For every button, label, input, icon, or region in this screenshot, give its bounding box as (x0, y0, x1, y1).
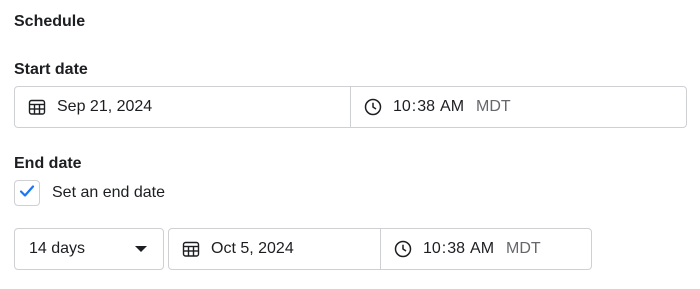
calendar-icon (28, 98, 46, 116)
duration-select[interactable]: 14 days (14, 228, 164, 270)
time-separator: : (441, 240, 447, 257)
section-title: Schedule (14, 13, 86, 30)
end-datetime-field: Oct 5, 2024 10 : 38 AM MDT (168, 228, 592, 270)
end-time-minute[interactable]: 38 (447, 240, 465, 258)
end-timezone: MDT (506, 240, 541, 257)
start-date-input[interactable]: Sep 21, 2024 (15, 87, 351, 127)
start-date-label: Start date (14, 61, 88, 78)
end-date-label: End date (14, 155, 82, 172)
clock-icon (394, 240, 412, 258)
end-date-toggle[interactable]: Set an end date (14, 180, 165, 206)
start-time-minute[interactable]: 38 (417, 98, 435, 116)
calendar-icon (182, 240, 200, 258)
end-date-checkbox-label: Set an end date (52, 184, 165, 201)
end-time-input[interactable]: 10 : 38 AM MDT (381, 229, 591, 269)
duration-value: 14 days (29, 240, 86, 257)
start-timezone: MDT (476, 98, 511, 115)
checkmark-icon (19, 184, 35, 203)
start-datetime-field: Sep 21, 2024 10 : 38 AM MDT (14, 86, 687, 128)
end-date-value: Oct 5, 2024 (211, 240, 294, 257)
end-time-ampm[interactable]: AM (470, 240, 494, 258)
clock-icon (364, 98, 382, 116)
caret-down-icon (135, 246, 147, 252)
end-time-hour[interactable]: 10 (423, 240, 441, 258)
start-time-ampm[interactable]: AM (440, 98, 464, 116)
start-time-hour[interactable]: 10 (393, 98, 411, 116)
end-date-input[interactable]: Oct 5, 2024 (169, 229, 381, 269)
time-separator: : (411, 98, 417, 115)
start-time-input[interactable]: 10 : 38 AM MDT (351, 87, 686, 127)
end-date-checkbox[interactable] (14, 180, 40, 206)
start-date-value: Sep 21, 2024 (57, 98, 153, 115)
